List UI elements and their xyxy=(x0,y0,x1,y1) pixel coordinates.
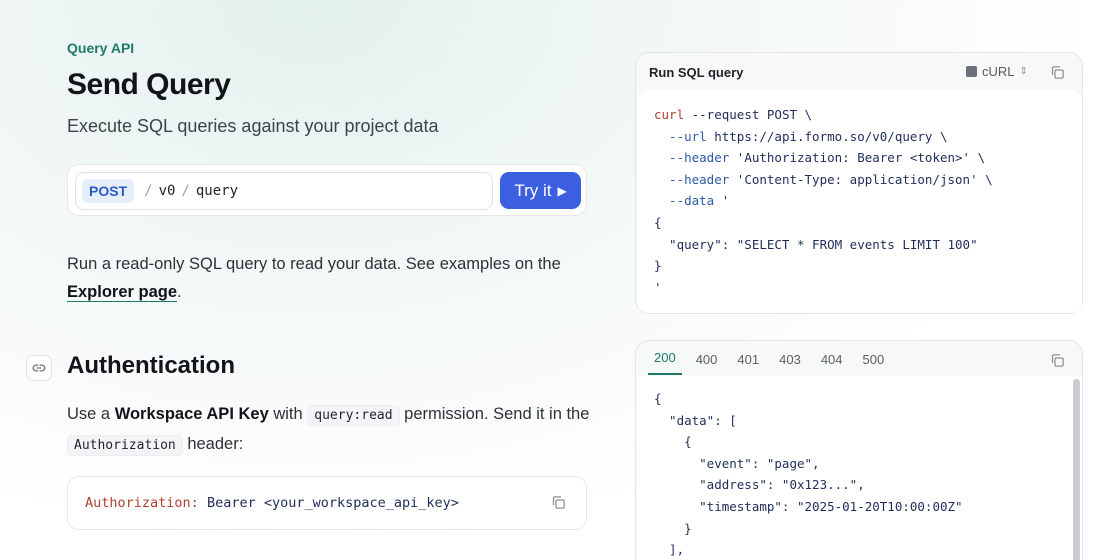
request-example-panel: Run SQL query cURL ⇕ curl --request POST… xyxy=(635,52,1083,314)
chevron-up-down-icon: ⇕ xyxy=(1019,66,1028,77)
code-line: "data": [ xyxy=(654,412,737,428)
code-token: 'Content-Type: application/json' \ xyxy=(729,171,993,187)
try-it-label: Try it xyxy=(514,180,552,200)
auth-after-perm: permission. Send it in the xyxy=(399,405,590,423)
code-token: --header xyxy=(654,150,730,166)
endpoint-description: Run a read-only SQL query to read your d… xyxy=(67,250,597,306)
explorer-page-link[interactable]: Explorer page xyxy=(67,283,178,302)
code-token: 'Authorization: Bearer <token>' \ xyxy=(729,150,986,166)
path-segment-query: query xyxy=(195,183,239,199)
endpoint-path: / v0 / query xyxy=(144,183,239,199)
method-badge: POST xyxy=(82,179,135,203)
code-line: ], xyxy=(654,542,685,558)
code-line: { xyxy=(654,434,692,450)
link-icon xyxy=(32,364,46,372)
language-label: cURL xyxy=(982,64,1015,79)
page-subtitle: Execute SQL queries against your project… xyxy=(67,116,439,136)
auth-key-name: Workspace API Key xyxy=(114,405,269,423)
code-token: ' xyxy=(714,193,730,209)
status-tabs: 200 400 401 403 404 500 xyxy=(636,341,1082,375)
copy-icon[interactable] xyxy=(551,495,566,514)
path-segment-version: v0 xyxy=(158,183,176,199)
section-anchor-button[interactable] xyxy=(26,355,52,381)
page-title: Send Query xyxy=(67,68,231,101)
auth-intro: Use a xyxy=(67,405,115,423)
description-text: Run a read-only SQL query to read your d… xyxy=(67,255,561,273)
code-token: ' xyxy=(654,279,662,295)
auth-code-block: Authorization: Bearer <your_workspace_ap… xyxy=(67,476,587,530)
tab-401[interactable]: 401 xyxy=(731,352,765,375)
request-code: curl --request POST \ --url https://api.… xyxy=(637,90,1082,313)
code-token: --header xyxy=(654,171,730,187)
code-line: "event": "page", xyxy=(654,455,820,471)
code-line: "address": "0x123...", xyxy=(654,477,865,493)
permission-code: query:read xyxy=(307,405,400,426)
code-token: https://api.formo.so/v0/query \ xyxy=(706,128,948,144)
copy-icon[interactable] xyxy=(1050,65,1065,85)
code-token: } xyxy=(654,258,662,274)
code-token: --url xyxy=(654,128,707,144)
tab-200[interactable]: 200 xyxy=(648,350,682,375)
auth-code-key: Authorization: xyxy=(85,495,199,511)
code-token: { xyxy=(654,214,662,230)
endpoint-url-field[interactable]: POST / v0 / query xyxy=(75,172,493,210)
description-suffix: . xyxy=(177,283,182,301)
authentication-heading: Authentication xyxy=(67,352,235,379)
authentication-description: Use a Workspace API Key with query:read … xyxy=(67,400,597,460)
endpoint-bar: POST / v0 / query Try it ▶ xyxy=(67,164,587,216)
code-line: } xyxy=(654,520,692,536)
response-scrollbar[interactable] xyxy=(1073,379,1080,560)
header-name-code: Authorization xyxy=(67,435,183,456)
play-icon: ▶ xyxy=(557,183,567,198)
auth-code-value: Bearer <your_workspace_api_key> xyxy=(206,495,459,511)
response-example-panel: 200 400 401 403 404 500 { "data": [ { "e… xyxy=(635,340,1083,560)
code-token: --request POST \ xyxy=(684,107,813,122)
tab-400[interactable]: 400 xyxy=(690,352,724,375)
try-it-button[interactable]: Try it ▶ xyxy=(500,172,581,209)
code-token: curl xyxy=(654,107,685,122)
auth-after-header: header: xyxy=(182,435,244,453)
code-line: "timestamp": "2025-01-20T10:00:00Z" xyxy=(654,498,963,514)
tab-500[interactable]: 500 xyxy=(857,352,891,375)
terminal-icon xyxy=(966,66,977,77)
copy-icon[interactable] xyxy=(1050,353,1065,373)
response-code: { "data": [ { "event": "page", "address"… xyxy=(637,376,1082,560)
tab-403[interactable]: 403 xyxy=(773,352,807,375)
code-token: "query": "SELECT * FROM events LIMIT 100… xyxy=(654,236,978,252)
code-token: --data xyxy=(654,193,715,209)
language-selector[interactable]: cURL ⇕ xyxy=(966,64,1028,79)
eyebrow-label: Query API xyxy=(67,40,135,56)
code-line: { xyxy=(654,391,662,406)
auth-with: with xyxy=(268,405,308,423)
tab-404[interactable]: 404 xyxy=(815,352,849,375)
